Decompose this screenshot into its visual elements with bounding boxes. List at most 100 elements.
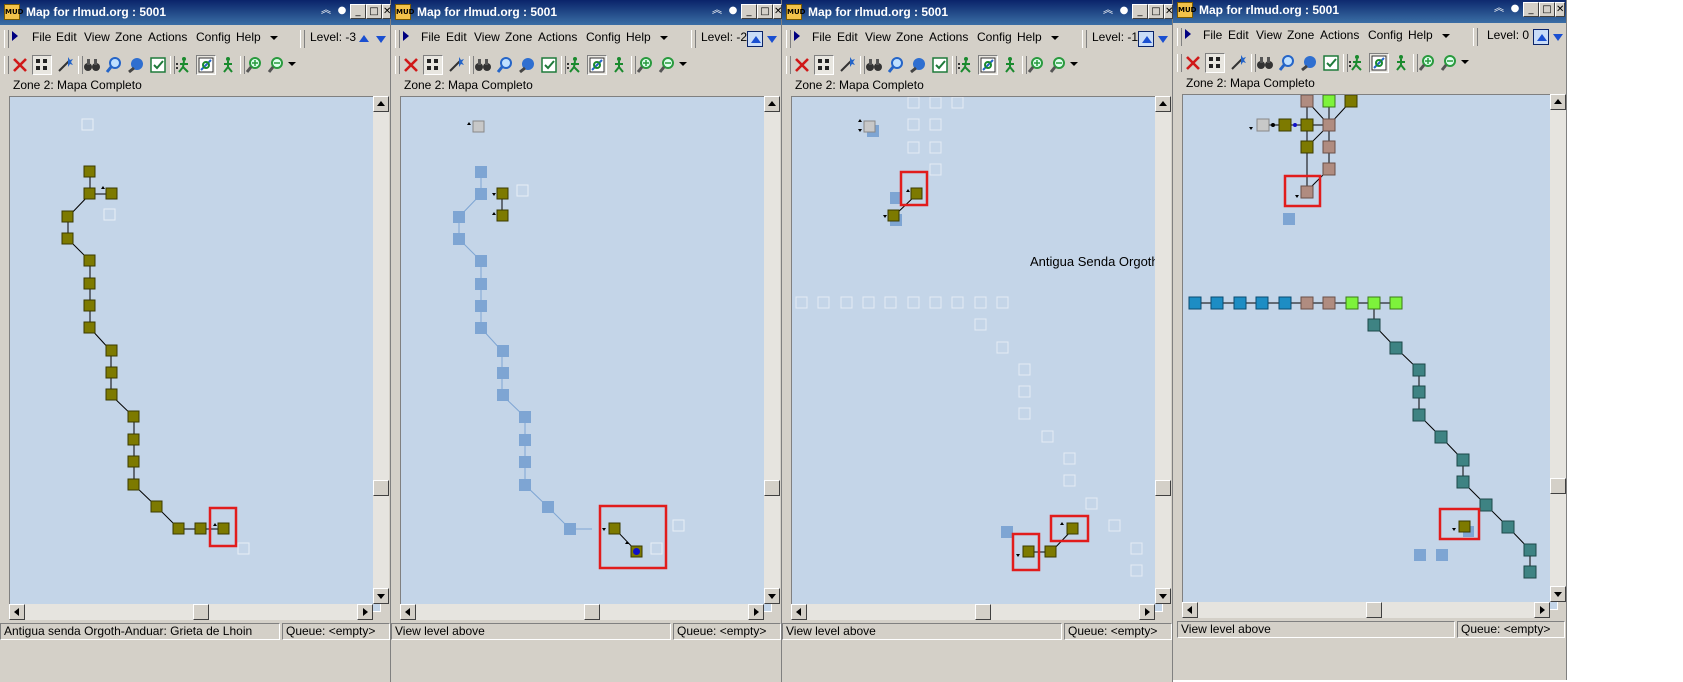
pin-button[interactable]: ● — [1507, 2, 1523, 17]
scroll-left-button[interactable] — [791, 604, 807, 620]
menu-file[interactable]: File — [1203, 28, 1222, 42]
map-walk-icon[interactable] — [196, 55, 216, 75]
zoom-in-icon[interactable] — [1417, 53, 1437, 73]
scroll-left-button[interactable] — [9, 604, 25, 620]
maximize-button[interactable]: □ — [366, 4, 382, 19]
person-icon[interactable] — [1391, 53, 1411, 73]
menu-help[interactable]: Help — [236, 30, 261, 44]
level-up-button[interactable] — [1138, 31, 1154, 47]
wand-icon[interactable] — [837, 55, 857, 75]
rollup-button[interactable]: ︽ — [318, 4, 334, 19]
close-icon[interactable] — [792, 55, 812, 75]
minimize-button[interactable]: _ — [1523, 2, 1539, 17]
pin-button[interactable]: ● — [1116, 4, 1132, 19]
close-icon[interactable] — [401, 55, 421, 75]
zoom-out-icon[interactable] — [1048, 55, 1068, 75]
menu-edit[interactable]: Edit — [446, 30, 467, 44]
level-down-button[interactable] — [1551, 29, 1565, 45]
check-icon[interactable] — [930, 55, 950, 75]
scroll-thumb[interactable] — [975, 604, 991, 620]
menu-zone[interactable]: Zone — [1287, 28, 1314, 42]
find-icon[interactable] — [1277, 53, 1297, 73]
level-down-button[interactable] — [765, 31, 779, 47]
zoom-out-icon[interactable] — [1439, 53, 1459, 73]
pin-button[interactable]: ● — [725, 4, 741, 19]
pin-button[interactable]: ● — [334, 4, 350, 19]
scroll-right-button[interactable] — [1534, 602, 1550, 618]
zoom-out-icon[interactable] — [657, 55, 677, 75]
binoculars-icon[interactable] — [82, 55, 102, 75]
close-button[interactable]: ✕ — [1164, 4, 1173, 19]
menu-help[interactable]: Help — [1017, 30, 1042, 44]
scroll-thumb[interactable] — [193, 604, 209, 620]
vertical-scrollbar[interactable] — [1550, 94, 1566, 602]
toolbar-grip[interactable] — [1177, 54, 1182, 72]
grid-icon[interactable] — [423, 55, 443, 75]
map-canvas[interactable] — [1182, 94, 1558, 610]
wand-icon[interactable] — [446, 55, 466, 75]
globe-icon[interactable] — [126, 55, 146, 75]
vertical-scrollbar[interactable] — [764, 96, 780, 604]
menu-file[interactable]: File — [812, 30, 831, 44]
scroll-thumb[interactable] — [1366, 602, 1382, 618]
horizontal-scrollbar[interactable] — [9, 604, 373, 620]
globe-icon[interactable] — [1299, 53, 1319, 73]
scroll-right-button[interactable] — [748, 604, 764, 620]
zoom-in-icon[interactable] — [244, 55, 264, 75]
menubar-grip[interactable] — [395, 30, 400, 48]
zoom-in-icon[interactable] — [1026, 55, 1046, 75]
binoculars-icon[interactable] — [1255, 53, 1275, 73]
map-canvas[interactable]: Antigua Senda Orgoth-A — [791, 96, 1163, 612]
scroll-right-button[interactable] — [1139, 604, 1155, 620]
close-button[interactable]: ✕ — [773, 4, 782, 19]
map-walk-icon[interactable] — [587, 55, 607, 75]
menu-view[interactable]: View — [1256, 28, 1282, 42]
menu-chevron-icon[interactable] — [794, 31, 800, 41]
check-icon[interactable] — [539, 55, 559, 75]
menu-help[interactable]: Help — [626, 30, 651, 44]
menu-actions[interactable]: Actions — [538, 30, 577, 44]
wand-icon[interactable] — [55, 55, 75, 75]
rollup-button[interactable]: ︽ — [1100, 4, 1116, 19]
menu-view[interactable]: View — [474, 30, 500, 44]
menu-zone[interactable]: Zone — [505, 30, 532, 44]
menu-config[interactable]: Config — [977, 30, 1012, 44]
level-up-button[interactable] — [1533, 29, 1549, 45]
menu-chevron-icon[interactable] — [403, 31, 409, 41]
toolbar-grip[interactable] — [4, 56, 9, 74]
title-bar[interactable]: MUD Map for rlmud.org : 5001 ︽ ● _ □ ✕ — [782, 0, 1173, 25]
maximize-button[interactable]: □ — [757, 4, 773, 19]
maximize-button[interactable]: □ — [1539, 2, 1555, 17]
map-canvas[interactable] — [400, 96, 772, 612]
close-icon[interactable] — [10, 55, 30, 75]
person-icon[interactable] — [218, 55, 238, 75]
menubar-grip[interactable] — [786, 30, 791, 48]
menu-actions[interactable]: Actions — [1320, 28, 1359, 42]
scroll-thumb[interactable] — [373, 480, 389, 496]
menu-file[interactable]: File — [32, 30, 51, 44]
menu-view[interactable]: View — [84, 30, 110, 44]
walker-icon[interactable] — [565, 55, 585, 75]
binoculars-icon[interactable] — [864, 55, 884, 75]
menu-actions[interactable]: Actions — [148, 30, 187, 44]
grid-icon[interactable] — [1205, 53, 1225, 73]
menu-file[interactable]: File — [421, 30, 440, 44]
menu-overflow-icon[interactable] — [270, 36, 278, 40]
scroll-down-button[interactable] — [1550, 586, 1566, 602]
walker-icon[interactable] — [174, 55, 194, 75]
title-bar[interactable]: MUD Map for rlmud.org : 5001 ︽ ● _ □ ✕ — [0, 0, 391, 25]
scroll-left-button[interactable] — [400, 604, 416, 620]
scroll-right-button[interactable] — [357, 604, 373, 620]
close-button[interactable]: ✕ — [382, 4, 391, 19]
menu-edit[interactable]: Edit — [56, 30, 77, 44]
menu-help[interactable]: Help — [1408, 28, 1433, 42]
level-grip[interactable] — [300, 30, 305, 48]
map-walk-icon[interactable] — [978, 55, 998, 75]
level-grip[interactable] — [691, 30, 696, 48]
menu-config[interactable]: Config — [586, 30, 621, 44]
menu-config[interactable]: Config — [196, 30, 231, 44]
scroll-thumb[interactable] — [1155, 480, 1171, 496]
close-button[interactable]: ✕ — [1555, 2, 1565, 17]
scroll-down-button[interactable] — [1155, 588, 1171, 604]
level-up-button[interactable] — [356, 31, 372, 47]
